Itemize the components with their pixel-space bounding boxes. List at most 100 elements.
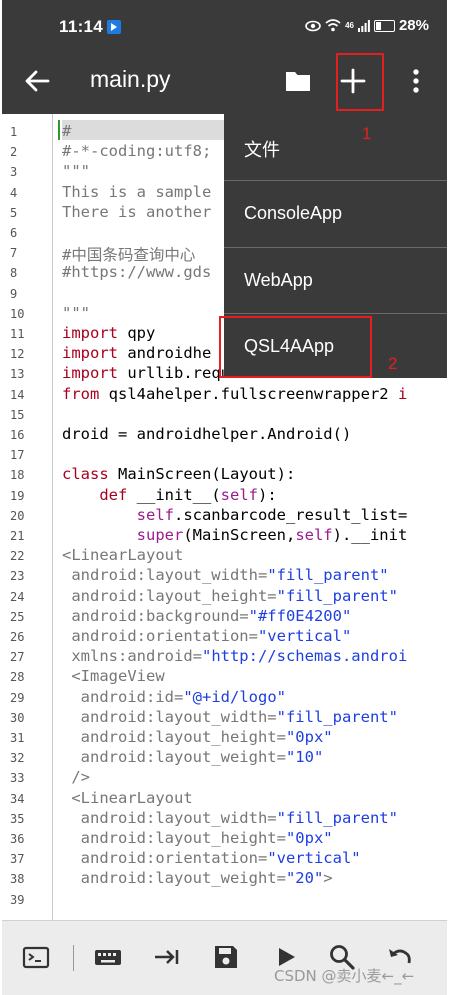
code-token: from: [62, 384, 100, 403]
code-line: android:layout_width="fill_parent": [62, 708, 398, 726]
line-number: 20: [10, 508, 25, 523]
line-number: 3: [10, 165, 18, 180]
code-token: ).__init: [332, 526, 408, 544]
code-token: self: [136, 505, 174, 524]
back-arrow-icon[interactable]: [22, 66, 52, 96]
text-cursor: [58, 120, 60, 140]
annotation-label-1: 1: [362, 124, 372, 143]
line-number: 8: [10, 266, 18, 281]
line-number: 37: [10, 852, 25, 867]
menu-item-file[interactable]: 文件: [224, 114, 447, 180]
phone-screen: 11:14 46 28% main.py 1 2 3 4 5 6 7 8 9 10 11 12 13 14…: [2, 0, 447, 995]
code-token: />: [62, 768, 90, 787]
line-number: 11: [10, 327, 25, 341]
line-number: 25: [10, 609, 25, 624]
line-number: 32: [10, 751, 25, 766]
code-line: """: [62, 162, 90, 180]
code-line: android:layout_height="0px": [62, 829, 333, 847]
current-line-highlight: [62, 120, 232, 140]
line-number: 30: [10, 710, 25, 725]
code-line: def __init__(self):: [62, 485, 277, 504]
terminal-icon[interactable]: [22, 943, 50, 971]
code-token: android:layout_height=: [62, 829, 286, 847]
code-token: #https://www.gds: [62, 263, 212, 282]
menu-item-consoleapp[interactable]: ConsoleApp: [224, 181, 447, 247]
code-line: """: [62, 304, 90, 322]
code-token: qsl4ahelper.fullscreenwrapper2: [99, 384, 398, 403]
line-number: 15: [10, 407, 25, 422]
code-token: self: [295, 526, 333, 544]
code-line: <LinearLayout: [62, 789, 192, 807]
code-token: "vertical": [257, 627, 352, 645]
line-number: 9: [10, 286, 18, 301]
line-number: 39: [10, 892, 25, 907]
menu-item-webapp[interactable]: WebApp: [224, 248, 447, 314]
code-line: android:layout_width="fill_parent": [62, 809, 398, 827]
code-line: android:layout_height="fill_parent": [62, 587, 398, 605]
line-number: 10: [10, 306, 25, 321]
line-number: 13: [10, 367, 25, 382]
annotation-box-add: [336, 53, 384, 111]
battery-percent: 28%: [398, 17, 429, 34]
code-token: android:layout_width=: [62, 566, 268, 585]
tab-indent-icon[interactable]: [153, 943, 181, 971]
code-line: />: [62, 768, 90, 786]
code-token: androidhe: [118, 344, 212, 363]
line-number: 26: [10, 630, 25, 644]
line-number: 36: [10, 832, 25, 846]
save-icon[interactable]: [212, 943, 240, 971]
code-token: >: [323, 869, 333, 888]
keyboard-icon[interactable]: [94, 943, 122, 971]
csdn-watermark: CSDN @卖小麦←_←: [274, 967, 415, 985]
code-token: "fill_parent": [276, 808, 398, 827]
code-line: #: [62, 122, 71, 140]
annotation-label-2: 2: [388, 354, 398, 373]
code-token: #中国条码查询中心: [62, 246, 196, 265]
code-token: <ImageView: [62, 667, 165, 686]
wifi-icon: [325, 19, 341, 32]
code-token: ):: [257, 485, 277, 504]
code-token: android:layout_weight=: [62, 869, 286, 888]
line-number: 23: [10, 569, 25, 584]
code-line: android:layout_height="0px": [62, 728, 333, 746]
code-line: There is another: [62, 203, 211, 221]
code-token: "@+id/logo": [183, 687, 286, 706]
annotation-box-qsl4aapp: [219, 316, 372, 378]
line-number: 27: [10, 650, 25, 665]
status-time: 11:14: [59, 17, 104, 36]
code-line: droid = androidhelper.Android(): [62, 425, 351, 443]
code-token: android:layout_width=: [62, 808, 277, 827]
network-type-label: 46: [345, 21, 354, 30]
code-line: import qpy: [62, 324, 155, 342]
code-token: "0px": [285, 829, 333, 847]
code-token: #-*-coding:utf8;: [62, 142, 212, 161]
line-number: 6: [10, 226, 18, 240]
line-number: 22: [10, 549, 25, 564]
line-number: 34: [10, 791, 25, 806]
line-number: 1: [10, 125, 18, 139]
code-line: super(MainScreen,self).__init: [62, 526, 408, 544]
line-number: 12: [10, 347, 25, 362]
more-vert-icon[interactable]: [404, 66, 428, 96]
code-token: droid = androidhelper.Android(): [62, 425, 352, 443]
code-token: def: [99, 485, 128, 504]
code-token: xmlns:android=: [62, 647, 202, 666]
line-number: 21: [10, 529, 25, 543]
line-number: 14: [10, 387, 25, 402]
code-token: __init__(: [127, 485, 221, 504]
code-token: #: [62, 122, 72, 140]
code-line: This is a sample: [62, 183, 211, 201]
line-number: 31: [10, 731, 25, 745]
folder-icon[interactable]: [285, 69, 311, 93]
code-line: android:id="@+id/logo": [62, 688, 286, 706]
code-token: self: [220, 485, 258, 504]
code-token: """: [62, 303, 90, 322]
code-line: <ImageView: [62, 667, 165, 686]
code-token: <LinearLayout: [62, 546, 184, 565]
code-line: <LinearLayout: [62, 546, 183, 564]
code-token: class: [62, 465, 109, 484]
line-number: 38: [10, 872, 25, 887]
code-line: #https://www.gds: [62, 263, 211, 281]
battery-icon: [373, 19, 395, 32]
